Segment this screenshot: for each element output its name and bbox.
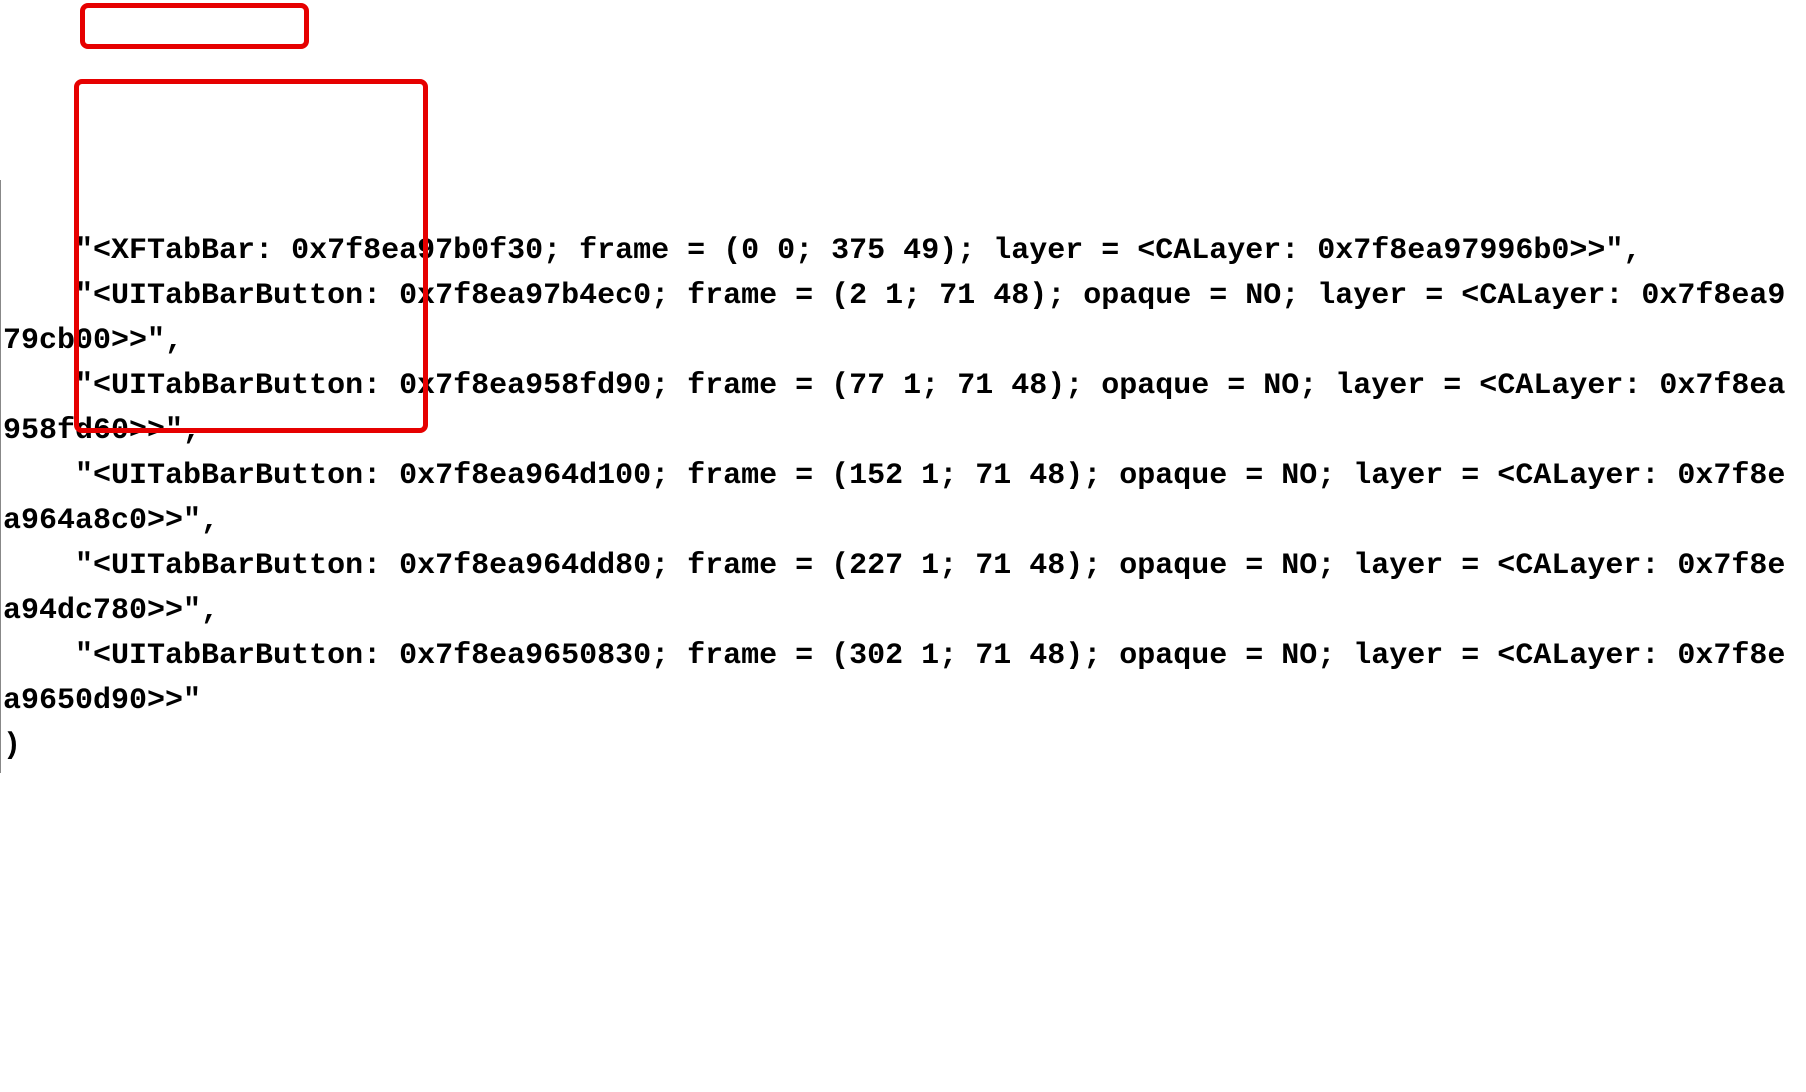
highlight-annotation-buttons: [74, 79, 428, 433]
closing-paren: ): [3, 729, 21, 763]
debug-line-button: "<UITabBarButton: 0x7f8ea964dd80; frame …: [3, 549, 1785, 628]
debug-line-button: "<UITabBarButton: 0x7f8ea964d100; frame …: [3, 459, 1785, 538]
debug-line-button: "<UITabBarButton: 0x7f8ea9650830; frame …: [3, 639, 1785, 718]
highlight-annotation-tabbar: [80, 3, 309, 49]
